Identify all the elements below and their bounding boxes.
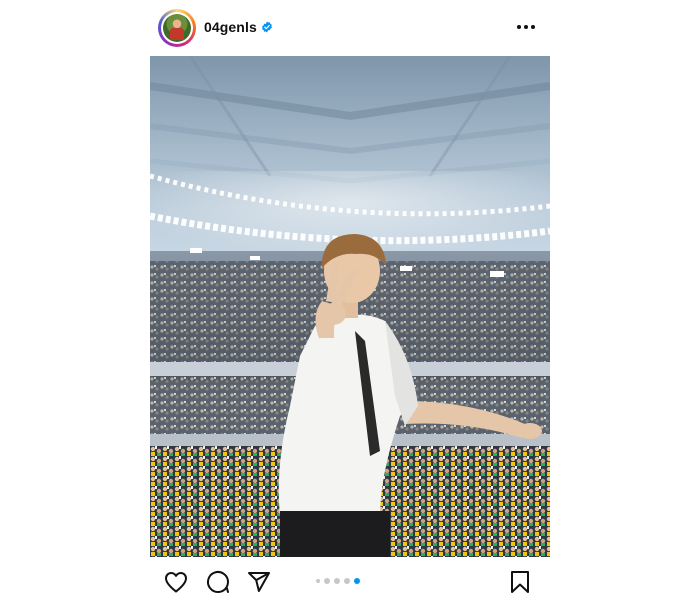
send-icon (248, 572, 270, 592)
post-header: 04genls (150, 0, 550, 56)
avatar[interactable] (161, 12, 193, 44)
concert-photo-illustration (150, 56, 550, 557)
post-photo[interactable] (150, 56, 550, 557)
heart-icon (165, 572, 187, 593)
carousel-dot (324, 578, 330, 584)
instagram-post-page: 04genls (0, 0, 700, 600)
comment-button[interactable] (205, 569, 231, 595)
username-group[interactable]: 04genls (204, 19, 273, 35)
share-button[interactable] (246, 569, 272, 595)
save-button[interactable] (507, 569, 533, 595)
carousel-indicator (316, 578, 360, 584)
bookmark-icon (511, 571, 529, 593)
post-card: 04genls (150, 0, 550, 600)
post-action-bar (150, 557, 550, 600)
carousel-dot (344, 578, 350, 584)
comment-icon (207, 571, 229, 593)
carousel-dot (316, 579, 320, 583)
like-button[interactable] (163, 569, 189, 595)
carousel-dot-active (354, 578, 360, 584)
more-horizontal-icon (517, 25, 535, 29)
avatar-image (163, 14, 191, 42)
story-ring[interactable] (158, 9, 196, 47)
verified-badge-icon (261, 21, 272, 33)
carousel-dot (334, 578, 340, 584)
username-link[interactable]: 04genls (204, 19, 257, 35)
more-options-button[interactable] (514, 17, 538, 37)
